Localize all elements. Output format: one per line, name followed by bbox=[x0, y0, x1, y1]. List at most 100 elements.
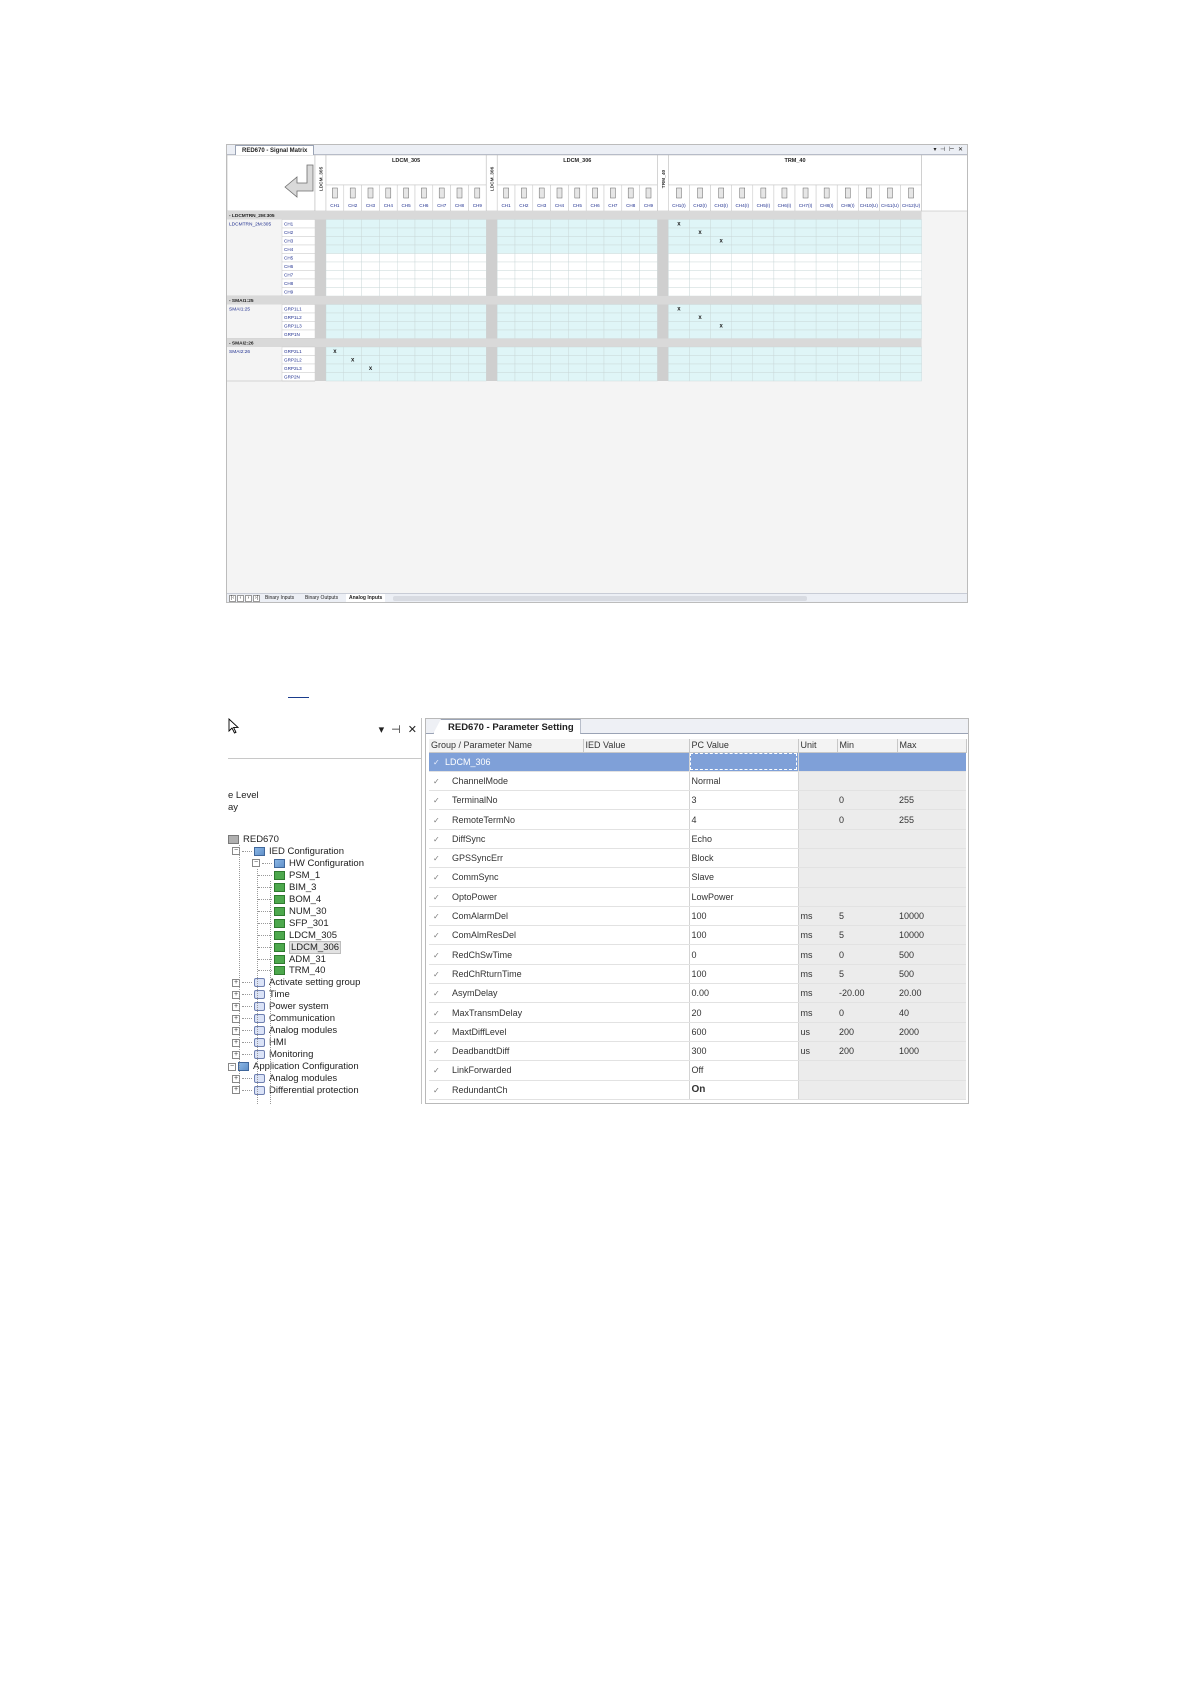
pc-value-cell[interactable]: Slave bbox=[688, 867, 799, 888]
parameter-row[interactable]: ✓ RemoteTermNo 4 0 255 bbox=[429, 809, 966, 830]
matrix-cell bbox=[396, 244, 416, 254]
parameter-row[interactable]: ✓ TerminalNo 3 0 255 bbox=[429, 790, 966, 811]
pc-value-cell[interactable]: 300 bbox=[688, 1041, 799, 1062]
horizontal-scrollbar[interactable] bbox=[393, 596, 807, 601]
panel-controls-icon[interactable]: ▾ ⊣ ✕ bbox=[379, 723, 419, 736]
matrix-cell bbox=[361, 227, 380, 237]
matrix-cell bbox=[361, 304, 380, 314]
signal-matrix-tabbar: RED670 - Signal Matrix ▾ ⊣ ⊢ ✕ bbox=[227, 145, 967, 155]
matrix-cell bbox=[621, 304, 640, 314]
separator-cell bbox=[657, 347, 669, 356]
parameter-row[interactable]: ✓ RedChSwTime 0 ms 0 500 bbox=[429, 944, 966, 965]
sheet-tab-binary-inputs[interactable]: Binary Inputs bbox=[262, 594, 297, 602]
matrix-cell bbox=[414, 329, 433, 339]
matrix-cell bbox=[414, 270, 433, 280]
matrix-cell bbox=[568, 261, 587, 271]
channel-icon bbox=[503, 187, 509, 199]
pc-value-cell[interactable]: 100 bbox=[688, 925, 799, 946]
parameter-row[interactable]: ✓ AsymDelay 0.00 ms -20.00 20.00 bbox=[429, 983, 966, 1004]
parameter-row[interactable]: ✓ LinkForwarded Off bbox=[429, 1060, 966, 1081]
group-row[interactable]: ✓ LDCM_306 bbox=[429, 752, 966, 772]
matrix-cell bbox=[414, 304, 433, 314]
pc-value-cell[interactable]: Normal bbox=[688, 771, 799, 792]
matrix-cell bbox=[450, 227, 469, 237]
parameter-row[interactable]: ✓ MaxTransmDelay 20 ms 0 40 bbox=[429, 1002, 966, 1023]
prev-sheet-button[interactable]: ‹ bbox=[237, 595, 244, 602]
last-sheet-button[interactable]: ›| bbox=[253, 595, 260, 602]
matrix-cell bbox=[621, 355, 640, 365]
tree-node-label: Communication bbox=[269, 1013, 335, 1025]
check-icon: ✓ bbox=[433, 1066, 440, 1076]
signal-matrix-tab[interactable]: RED670 - Signal Matrix bbox=[235, 145, 315, 155]
column-header-ied-value[interactable]: IED Value bbox=[583, 739, 690, 753]
expand-icon[interactable]: + bbox=[232, 1086, 240, 1095]
pc-value-cell[interactable]: 0 bbox=[688, 944, 799, 965]
sheet-tab-binary-outputs[interactable]: Binary Outputs bbox=[302, 594, 341, 602]
pc-value-cell[interactable]: 3 bbox=[688, 790, 799, 811]
window-controls-icon[interactable]: ▾ ⊣ ⊢ ✕ bbox=[934, 145, 965, 155]
check-icon: ✓ bbox=[433, 854, 440, 864]
pc-value-cell[interactable]: LowPower bbox=[688, 887, 799, 907]
pc-value-cell[interactable]: 20 bbox=[688, 1002, 799, 1023]
matrix-cell bbox=[668, 312, 690, 322]
pc-value-cell[interactable]: Off bbox=[688, 1060, 799, 1081]
matrix-cell bbox=[379, 278, 398, 288]
pc-value-cell[interactable]: 600 bbox=[688, 1022, 799, 1042]
pc-value-cell[interactable]: 4 bbox=[688, 809, 799, 830]
column-header-pc-value[interactable]: PC Value bbox=[689, 739, 799, 753]
parameter-row[interactable]: ✓ RedundantCh On bbox=[429, 1080, 966, 1100]
matrix-cell bbox=[414, 355, 433, 365]
matrix-cell bbox=[794, 253, 817, 263]
parameter-row[interactable]: ✓ MaxtDiffLevel 600 us 200 2000 bbox=[429, 1022, 966, 1042]
column-header-name[interactable]: Group / Parameter Name bbox=[429, 739, 584, 753]
pc-value-cell[interactable]: Echo bbox=[688, 829, 799, 849]
pc-value-cell[interactable]: On bbox=[688, 1080, 799, 1100]
parameter-name: GPSSyncErr bbox=[452, 853, 504, 864]
pc-value-cell[interactable]: Block bbox=[688, 848, 799, 869]
collapse-icon[interactable]: − bbox=[228, 1062, 236, 1071]
matrix-cell bbox=[858, 287, 880, 297]
parameter-row[interactable]: ✓ OptoPower LowPower bbox=[429, 887, 966, 907]
parameter-row[interactable]: ✓ ComAlarmDel 100 ms 5 10000 bbox=[429, 906, 966, 927]
check-icon: ✓ bbox=[433, 776, 440, 786]
matrix-cell bbox=[752, 346, 775, 356]
column-header-unit[interactable]: Unit bbox=[798, 739, 838, 753]
sheet-tab-analog-inputs[interactable]: Analog Inputs bbox=[346, 594, 386, 602]
parameter-row[interactable]: ✓ DiffSync Echo bbox=[429, 829, 966, 849]
pc-value-cell[interactable] bbox=[688, 752, 799, 772]
matrix-cell bbox=[815, 304, 838, 314]
matrix-cell bbox=[900, 355, 922, 365]
next-sheet-button[interactable]: › bbox=[245, 595, 252, 602]
min-cell bbox=[837, 848, 897, 869]
parameter-row[interactable]: ✓ GPSSyncErr Block bbox=[429, 848, 966, 869]
parameter-row[interactable]: ✓ ComAlmResDel 100 ms 5 10000 bbox=[429, 925, 966, 946]
section-row bbox=[227, 296, 922, 305]
column-header-min[interactable]: Min bbox=[837, 739, 898, 753]
matrix-cell bbox=[450, 253, 469, 263]
reference-link[interactable] bbox=[288, 697, 309, 698]
matrix-cell bbox=[858, 236, 880, 246]
parameter-setting-tab[interactable]: RED670 - Parameter Setting bbox=[433, 719, 581, 734]
column-header-max[interactable]: Max bbox=[897, 739, 967, 753]
parameter-row[interactable]: ✓ CommSync Slave bbox=[429, 867, 966, 888]
matrix-cell bbox=[343, 219, 362, 229]
pc-value-cell[interactable]: 0.00 bbox=[688, 983, 799, 1004]
collapse-icon[interactable]: − bbox=[252, 859, 260, 868]
matrix-cell bbox=[900, 261, 922, 271]
tree-node[interactable]: + Differential protection bbox=[232, 1084, 359, 1097]
matrix-cell bbox=[396, 227, 416, 237]
matrix-cell bbox=[343, 278, 362, 288]
matrix-cell bbox=[568, 355, 587, 365]
group-icon bbox=[254, 1038, 265, 1048]
pc-value-cell[interactable]: 100 bbox=[688, 906, 799, 927]
min-cell: 0 bbox=[837, 1002, 897, 1023]
first-sheet-button[interactable]: |‹ bbox=[229, 595, 236, 602]
pc-value-cell[interactable]: 100 bbox=[688, 964, 799, 985]
matrix-cell bbox=[343, 312, 362, 322]
tree-node-label: Differential protection bbox=[269, 1084, 359, 1096]
parameter-name: MaxtDiffLevel bbox=[452, 1026, 507, 1037]
matrix-cell bbox=[731, 244, 754, 254]
parameter-row[interactable]: ✓ DeadbandtDiff 300 us 200 1000 bbox=[429, 1041, 966, 1062]
parameter-row[interactable]: ✓ RedChRturnTime 100 ms 5 500 bbox=[429, 964, 966, 985]
parameter-row[interactable]: ✓ ChannelMode Normal bbox=[429, 771, 966, 792]
